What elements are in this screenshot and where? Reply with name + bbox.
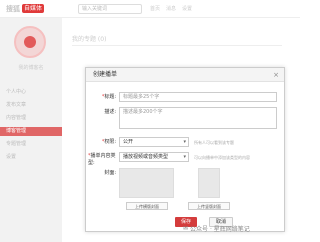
permission-select[interactable]: 公开 ▾ bbox=[119, 137, 189, 147]
sidebar-item-settings[interactable]: 设置 bbox=[0, 153, 62, 162]
portrait-cover-preview bbox=[198, 168, 220, 198]
landscape-cover-preview bbox=[119, 168, 174, 198]
top-link-settings[interactable]: 设置 bbox=[182, 5, 192, 12]
description-input[interactable]: 描述最多200个字 bbox=[119, 107, 277, 129]
chevron-down-icon: ▾ bbox=[183, 139, 186, 145]
perm-label-text: 权限: bbox=[104, 139, 116, 145]
search-input[interactable]: 输入关键词 bbox=[78, 4, 142, 14]
user-name: 我的博客名 bbox=[18, 65, 44, 71]
sidebar-item-blog[interactable]: 博客管理 bbox=[0, 127, 62, 136]
top-links: 首页 消息 设置 bbox=[150, 5, 192, 12]
site-logo[interactable]: 搜狐 自媒体 bbox=[6, 3, 45, 14]
logo-text: 搜狐 bbox=[6, 4, 20, 13]
dialog-title: 创建播单 bbox=[86, 68, 284, 82]
watermark-text: 公众号 · 星辉网络笔记 bbox=[190, 226, 250, 233]
upload-landscape-cover-button[interactable]: 上传横版封面 bbox=[126, 202, 168, 210]
content-type-select[interactable]: 播放视频或音频类型 ▾ bbox=[119, 152, 189, 162]
sidebar-item-personal[interactable]: 个人中心 bbox=[0, 88, 62, 97]
title-label-text: 标题: bbox=[104, 94, 116, 100]
top-bar: 搜狐 自媒体 输入关键词 首页 消息 设置 bbox=[0, 0, 300, 18]
logo-badge: 自媒体 bbox=[22, 4, 45, 13]
top-link-home[interactable]: 首页 bbox=[150, 5, 160, 12]
sidebar: 我的博客名 个人中心 发布文章 内容管理 博客管理 专题管理 设置 bbox=[0, 18, 62, 242]
permission-hint: 所有人可以看到该专题 bbox=[194, 140, 234, 145]
close-icon[interactable]: × bbox=[273, 71, 279, 79]
type-label-text: 播单内容类型: bbox=[88, 153, 116, 166]
upload-portrait-cover-button[interactable]: 上传竖版封面 bbox=[188, 202, 230, 210]
avatar[interactable] bbox=[14, 26, 46, 58]
sidebar-item-topic[interactable]: 专题管理 bbox=[0, 140, 62, 149]
divider bbox=[72, 45, 282, 46]
desc-label: 描述: bbox=[104, 109, 116, 115]
wechat-icon: ✉ bbox=[183, 225, 189, 232]
sidebar-item-publish[interactable]: 发布文章 bbox=[0, 101, 62, 110]
cover-label: 封面: bbox=[104, 170, 116, 176]
perm-label: *权限: bbox=[92, 138, 116, 145]
sidebar-item-content[interactable]: 内容管理 bbox=[0, 114, 62, 123]
title-input[interactable]: 标题最多25个字 bbox=[119, 92, 277, 102]
watermark: ✉ 公众号 · 星辉网络笔记 bbox=[183, 224, 250, 233]
chevron-down-icon: ▾ bbox=[183, 154, 186, 160]
top-link-messages[interactable]: 消息 bbox=[166, 5, 176, 12]
avatar-image bbox=[24, 36, 36, 48]
permission-value: 公开 bbox=[123, 139, 134, 145]
type-label: *播单内容类型: bbox=[88, 152, 116, 166]
page-title: 我的专题 (0) bbox=[72, 36, 107, 43]
create-playlist-dialog: 创建播单 × *标题: 标题最多25个字 描述: 描述最多200个字 *权限: … bbox=[85, 67, 285, 232]
content-type-hint: 可以向播单中添加该类型的内容 bbox=[194, 155, 250, 160]
title-label: *标题: bbox=[92, 93, 116, 100]
content-type-value: 播放视频或音频类型 bbox=[123, 154, 169, 160]
